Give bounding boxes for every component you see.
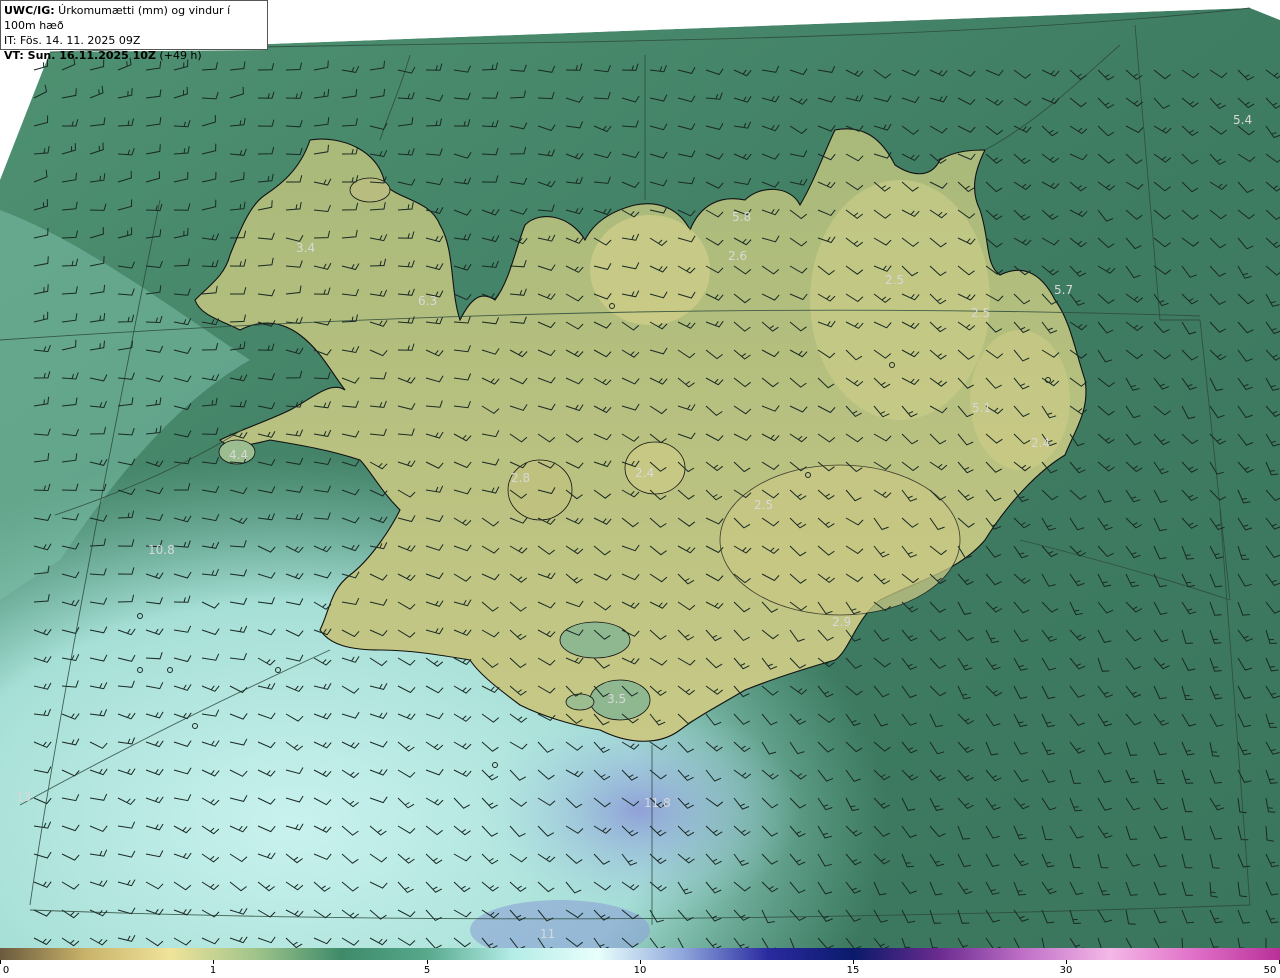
highland-north (590, 215, 710, 325)
colorbar-tick-mark (213, 960, 214, 964)
colorbar-tick: 10 (633, 965, 647, 976)
colorbar-tick-mark (1066, 960, 1067, 964)
value-label: 5.8 (732, 210, 751, 224)
colorbar-strip (0, 948, 1280, 960)
value-label: 2.8 (511, 471, 530, 485)
value-label: 5.7 (1054, 283, 1073, 297)
valid-time-value: VT: Sun. 16.11.2025 10Z (4, 49, 156, 62)
value-label: 3.4 (296, 241, 315, 255)
value-label: 2.5 (885, 273, 904, 287)
value-label: 2.4 (1031, 436, 1050, 450)
value-label: 2.9 (832, 615, 851, 629)
weather-map: 5.4 5.8 2.6 2.5 5.7 2.5 3.4 6.3 5.1 2.4 … (0, 0, 1280, 948)
value-label: 5.4 (1233, 113, 1252, 127)
forecast-lead: (+49 h) (155, 49, 202, 62)
product-title: UWC/IG: Úrkomumætti (mm) og vindur í 100… (4, 3, 264, 33)
value-label: 3.5 (607, 692, 626, 706)
value-label: 4.4 (229, 448, 248, 462)
value-label: 2.5 (754, 498, 773, 512)
value-label: 11 (540, 927, 555, 941)
colorbar-tick-mark (0, 960, 1, 964)
colorbar-tick-mark (853, 960, 854, 964)
colorbar-tick: 15 (846, 965, 860, 976)
valid-time: VT: Sun. 16.11.2025 10Z (+49 h) (4, 48, 264, 63)
colorbar-tick-mark (640, 960, 641, 964)
value-label: 5.1 (972, 401, 991, 415)
colorbar-tick: 1 (209, 965, 217, 976)
map-info-box: UWC/IG: Úrkomumætti (mm) og vindur í 100… (0, 0, 268, 62)
small-glacier (565, 693, 595, 711)
hofsjokull (624, 441, 686, 495)
colorbar-tick: 0 (2, 965, 10, 976)
highland-east (970, 330, 1070, 470)
product-model: UWC/IG: (4, 4, 55, 17)
myrdalsjokull (559, 621, 631, 659)
initial-time: IT: Fös. 14. 11. 2025 09Z (4, 34, 141, 47)
vatnajokull-region (719, 464, 961, 616)
value-label: 2.6 (728, 249, 747, 263)
value-label: 10.8 (148, 543, 175, 557)
colorbar-tick: 50 (1263, 965, 1277, 976)
colorbar-tick: 30 (1059, 965, 1073, 976)
value-label: 11.8 (644, 796, 671, 810)
colorbar-tick-mark (427, 960, 428, 964)
value-label: 2.5 (971, 306, 990, 320)
colorbar-tick: 5 (423, 965, 431, 976)
value-label: 6.3 (418, 294, 437, 308)
colorbar: 0 1 5 10 15 30 50 (0, 948, 1280, 978)
value-label: 13 (16, 790, 31, 804)
value-label: 2.4 (635, 466, 654, 480)
